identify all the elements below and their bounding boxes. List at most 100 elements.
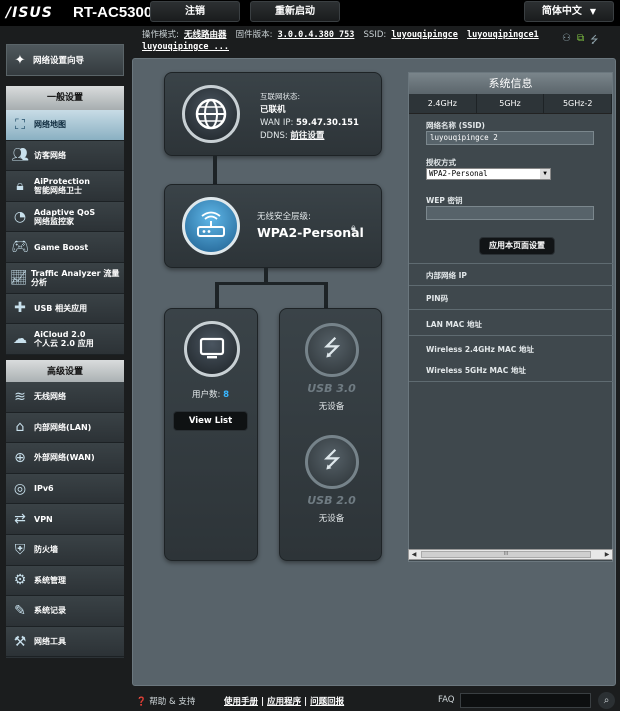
router-circle <box>182 197 240 255</box>
ddns-link[interactable]: 前往设置 <box>290 131 324 141</box>
clients-icon[interactable]: ⚇ <box>562 33 571 45</box>
help-label: 帮助 & 支持 <box>149 697 196 707</box>
sidebar-item-qos[interactable]: ◔ Adaptive QoS 网络监控家 <box>6 201 124 233</box>
guest-network-icon: 👥︎ <box>11 147 29 164</box>
sidebar-item-label: Adaptive QoS 网络监控家 <box>34 207 96 226</box>
scroll-left-icon[interactable]: ◀ <box>409 550 419 559</box>
client-count-text: 用户数: 8 <box>192 389 229 402</box>
sidebar-item-label: 无线网络 <box>34 392 66 402</box>
sidebar-item-gamepad[interactable]: 🎮︎ Game Boost <box>6 232 124 263</box>
sidebar-item-aiprotection[interactable]: 🔒︎ AiProtection 智能网络卫士 <box>6 171 124 202</box>
firmware-value[interactable]: 3.0.0.4.380_753 <box>278 30 355 40</box>
reboot-button[interactable]: 重新启动 <box>250 1 340 22</box>
divider <box>409 335 613 336</box>
link-separator: | <box>260 697 265 707</box>
divider <box>409 263 613 264</box>
ssid-value-3[interactable]: luyouqipingce ... <box>142 42 229 52</box>
auth-method-select[interactable]: WPA2-Personal ▼ <box>426 168 551 180</box>
tab-2.4ghz[interactable]: 2.4GHz <box>409 94 477 113</box>
sidebar-item-traffic-analyzer[interactable]: 📈︎ Traffic Analyzer 流量分析 <box>6 262 124 294</box>
sidebar-item-guest-network[interactable]: 👥︎ 访客网络 <box>6 140 124 172</box>
qos-icon: ◔ <box>13 208 27 225</box>
system-info-title: 系统信息 <box>409 73 612 94</box>
sidebar-item-wireless[interactable]: ≋ 无线网络 <box>6 382 124 413</box>
ssid-label: SSID: <box>363 30 387 40</box>
sidebar-item-network-map[interactable]: ⛶ 网络地图 <box>6 110 124 141</box>
wireless-icon: ≋ <box>14 388 26 405</box>
search-icon[interactable]: ⌕ <box>598 692 615 709</box>
tab-5ghz-2[interactable]: 5GHz-2 <box>544 94 613 113</box>
connector-line <box>215 282 327 285</box>
traffic-analyzer-icon: 📈︎ <box>9 269 28 286</box>
scroll-right-icon[interactable]: ▶ <box>602 550 612 559</box>
asus-logo: /ISUS <box>6 5 53 21</box>
usb3-status: 无设备 <box>318 402 345 412</box>
sidebar-item-firewall[interactable]: ⛨ 防火墙 <box>6 534 124 566</box>
ddns-label: DDNS: <box>260 131 288 141</box>
logout-button[interactable]: 注销 <box>150 1 240 22</box>
feedback-link[interactable]: 问题回报 <box>310 697 344 707</box>
sidebar-item-lan[interactable]: ⌂ 内部网络(LAN) <box>6 412 124 444</box>
ssid-value-2[interactable]: luyouqipingce1 <box>467 30 539 40</box>
scroll-thumb[interactable]: III <box>421 551 591 558</box>
footer: ❓ 帮助 & 支持 使用手册 | 应用程序 | 问题回报 FAQ ⌕ <box>0 690 620 711</box>
quick-setup-wizard[interactable]: ✦ 网络设置向导 <box>6 44 124 76</box>
mode-label: 操作模式: <box>142 30 179 40</box>
connector-line <box>213 156 217 184</box>
clients-card[interactable]: 用户数: 8 <box>164 308 258 561</box>
usb-status-icon[interactable]: ⭍ <box>590 33 598 46</box>
ssid-input[interactable]: luyouqipingce 2 <box>426 131 594 145</box>
apply-button[interactable]: 应用本页面设置 <box>479 237 555 255</box>
admin-icon: ⚙ <box>13 572 27 589</box>
usb2-circle[interactable]: ⭍ <box>305 435 359 489</box>
router-card[interactable]: 无线安全层级: WPA2-Personal 🔒︎ <box>164 184 382 268</box>
utility-link[interactable]: 应用程序 <box>267 697 301 707</box>
network-status-icon[interactable]: ⧉ <box>577 33 584 45</box>
sidebar-item-vpn[interactable]: ⇄ VPN <box>6 504 124 535</box>
tab-5ghz[interactable]: 5GHz <box>477 94 545 113</box>
language-label: 简体中文 <box>541 6 582 17</box>
sidebar-item-admin[interactable]: ⚙ 系统管理 <box>6 565 124 597</box>
usb3-circle[interactable]: ⭍ <box>305 323 359 377</box>
band-tabs: 2.4GHz 5GHz 5GHz-2 <box>409 94 613 114</box>
mode-value[interactable]: 无线路由器 <box>184 30 227 40</box>
faq-search-input[interactable] <box>460 693 591 708</box>
sidebar-item-label: AiProtection 智能网络卫士 <box>34 176 90 195</box>
pin-code-label: PIN码 <box>426 294 449 303</box>
wep-key-input[interactable] <box>426 206 594 220</box>
lan-ip-label: 内部网络 IP <box>426 271 467 280</box>
wireless-5-mac-label: Wireless 5GHz MAC 地址 <box>426 366 526 375</box>
sidebar-item-ipv6[interactable]: ◎ IPv6 <box>6 473 124 505</box>
sidebar-item-label: 外部网络(WAN) <box>34 453 95 463</box>
sidebar-item-log[interactable]: ✎ 系统记录 <box>6 596 124 627</box>
general-nav-list: ⛶ 网络地图 👥︎ 访客网络 🔒︎ AiProtection 智能网络卫士 ◔ Adaptiv… <box>6 110 124 355</box>
connector-line <box>324 282 328 308</box>
sidebar-item-usb-app[interactable]: ✚ USB 相关应用 <box>6 293 124 325</box>
ipv6-icon: ◎ <box>13 480 27 497</box>
wizard-label: 网络设置向导 <box>33 56 85 66</box>
internet-status-label: 互联网状态: <box>260 92 301 101</box>
divider <box>409 381 613 382</box>
usb-app-icon: ✚ <box>14 300 26 317</box>
security-level-label: 无线安全层级: <box>257 212 311 222</box>
gamepad-icon: 🎮︎ <box>11 239 29 256</box>
horizontal-scrollbar[interactable]: ◀ III ▶ <box>408 549 613 560</box>
lan-mac-label: LAN MAC 地址 <box>426 320 482 329</box>
sidebar-item-label: 系统管理 <box>34 575 66 585</box>
view-list-button[interactable]: View List <box>173 411 248 431</box>
sidebar-item-wan[interactable]: ⊕ 外部网络(WAN) <box>6 443 124 474</box>
sidebar-item-cloud[interactable]: ☁ AiCloud 2.0 个人云 2.0 应用 <box>6 324 124 355</box>
usb-card: ⭍ USB 3.0 无设备 ⭍ USB 2.0 无设备 <box>279 308 382 561</box>
usb2-status: 无设备 <box>318 514 345 524</box>
status-icons: ⚇ ⧉ ⭍ <box>562 33 614 46</box>
manual-link[interactable]: 使用手册 <box>224 697 258 707</box>
internet-status-text: 互联网状态: 已联机 WAN IP: 59.47.30.151 DDNS: 前往… <box>260 90 359 143</box>
help-support: ❓ 帮助 & 支持 <box>136 695 195 707</box>
sidebar-item-tools[interactable]: ⚒ 网络工具 <box>6 626 124 658</box>
ssid-value-1[interactable]: luyouqipingce <box>391 30 458 40</box>
wan-ip-value: 59.47.30.151 <box>296 118 359 128</box>
sidebar-item-label: Traffic Analyzer 流量分析 <box>30 268 120 287</box>
language-select[interactable]: 简体中文 ▼ <box>524 1 614 22</box>
wan-icon: ⊕ <box>14 449 26 466</box>
internet-card[interactable]: 互联网状态: 已联机 WAN IP: 59.47.30.151 DDNS: 前往… <box>164 72 382 156</box>
